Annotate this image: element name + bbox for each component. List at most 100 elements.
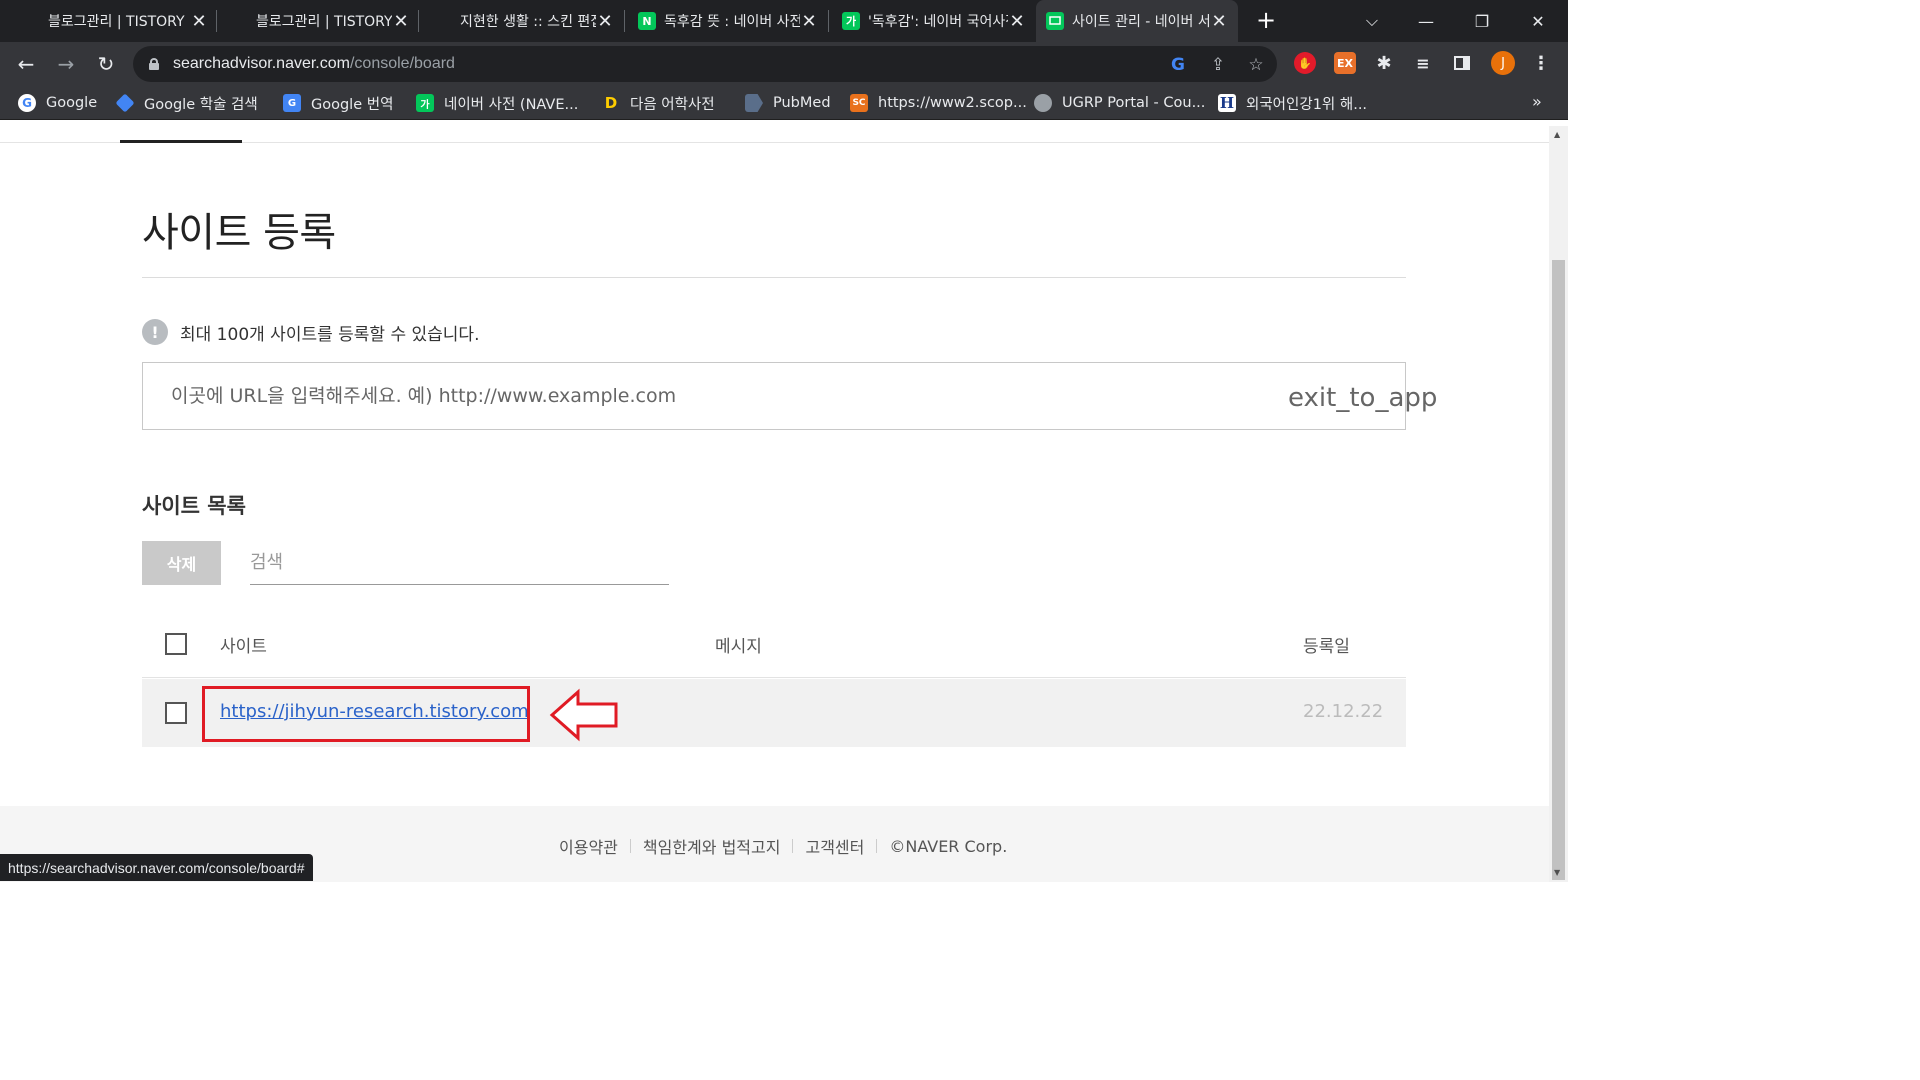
daum-icon: D [604,94,618,112]
page-content: 사이트 등록 ! 최대 100개 사이트를 등록할 수 있습니다. exit_t… [0,126,1549,882]
google-icon: G [18,94,36,112]
select-all-checkbox[interactable] [165,633,187,655]
close-icon[interactable]: ✕ [800,11,818,32]
bookmarks-bar: G Google Google 학술 검색 G Google 번역 가 네이버 … [0,86,1568,120]
exit-to-app-icon[interactable]: exit_to_app [1288,383,1437,413]
bookmarks-overflow-icon[interactable]: » [1532,92,1542,111]
browser-toolbar: ← → ↻ searchadvisor.naver.com/console/bo… [0,42,1568,86]
minimize-button[interactable]: — [1406,0,1446,42]
close-window-button[interactable]: ✕ [1518,0,1558,42]
side-panel-icon[interactable] [1451,52,1473,74]
notice: ! 최대 100개 사이트를 등록할 수 있습니다. [142,319,479,345]
bookmark-label: Google [46,95,98,111]
footer-links: 이용약관 책임한계와 법적고지 고객센터 ©NAVER Corp. [559,834,1007,858]
url-input-box: exit_to_app [142,362,1437,430]
address-bar[interactable]: searchadvisor.naver.com/console/board G … [133,46,1277,82]
extensions-puzzle-icon[interactable]: ✱ [1373,52,1395,74]
hackers-icon: H [1218,94,1236,112]
tistory-icon [230,12,248,30]
row-checkbox[interactable] [165,702,187,724]
close-icon[interactable]: ✕ [190,11,208,32]
bookmark-daum[interactable]: D 다음 어학사전 [602,92,715,114]
title-divider [142,277,1406,278]
scroll-thumb[interactable] [1552,260,1565,880]
bookmark-label: 다음 어학사전 [630,96,715,113]
site-url-input[interactable] [171,379,1271,413]
tistory-icon [22,12,40,30]
tistory-icon [434,12,452,30]
column-message: 메시지 [715,637,762,657]
column-site: 사이트 [220,637,267,657]
registration-date: 22.12.22 [1303,701,1384,722]
tab-title: 블로그관리 | TISTORY [256,14,392,30]
legal-notice-link[interactable]: 책임한계와 법적고지 [643,834,781,858]
tab-3[interactable]: 지현한 생활 :: 스킨 편집 ✕ [434,0,614,42]
search-input[interactable] [250,541,669,583]
profile-avatar[interactable]: J [1491,51,1515,75]
scholar-icon [115,93,135,113]
tab-strip: 블로그관리 | TISTORY ✕ 블로그관리 | TISTORY ✕ 지현한 … [0,0,1568,42]
tab-title: 지현한 생활 :: 스킨 편집 [460,14,596,30]
reload-button[interactable]: ↻ [92,50,120,78]
bookmark-label: PubMed [773,95,831,111]
bookmark-pubmed[interactable]: PubMed [745,92,831,114]
bookmark-naver-dict[interactable]: 가 네이버 사전 (NAVE... [416,92,578,114]
google-lens-icon[interactable]: G [1167,54,1189,76]
url-text: searchadvisor.naver.com/console/board [173,55,455,72]
close-icon[interactable]: ✕ [1210,11,1228,32]
bookmark-hackers[interactable]: H 외국어인강1위 해... [1218,92,1367,114]
bookmark-scholar[interactable]: Google 학술 검색 [115,92,258,114]
scroll-up-icon[interactable]: ▲ [1554,130,1560,139]
pointer-arrow-icon [549,688,618,742]
active-nav-indicator [120,140,242,143]
scroll-down-icon[interactable]: ▼ [1554,868,1560,877]
lock-icon[interactable] [149,58,159,70]
forward-button[interactable]: → [52,50,80,78]
new-tab-button[interactable]: + [1254,6,1278,34]
customer-center-link[interactable]: 고객센터 [805,834,864,858]
tab-title: 블로그관리 | TISTORY [48,14,185,30]
bookmark-scopus[interactable]: SC https://www2.scop... [850,92,1027,114]
share-icon[interactable]: ⇪ [1207,54,1229,76]
column-date: 등록일 [1303,637,1350,657]
bookmark-ugrp[interactable]: UGRP Portal - Cou... [1034,92,1205,114]
tab-5[interactable]: 가 '독후감': 네이버 국어사전 ✕ [842,0,1026,42]
site-list-title: 사이트 목록 [142,494,246,518]
bookmark-label: 외국어인강1위 해... [1246,96,1368,113]
tab-search-chevron-icon[interactable]: ⌵ [1352,0,1392,42]
status-bar-url: https://searchadvisor.naver.com/console/… [0,854,313,881]
tab-active[interactable]: 사이트 관리 - 네이버 서치어드바이저 ✕ [1036,0,1238,42]
close-icon[interactable]: ✕ [392,11,410,32]
close-icon[interactable]: ✕ [596,11,614,32]
globe-icon [1034,94,1052,112]
naver-dict-icon: 가 [416,94,434,112]
menu-kebab-icon[interactable]: ⋮ [1530,52,1552,74]
media-queue-icon[interactable]: ≡ [1412,52,1434,74]
bookmark-label: Google 번역 [311,96,394,113]
bookmark-google[interactable]: G Google [18,92,97,114]
back-button[interactable]: ← [12,50,40,78]
close-icon[interactable]: ✕ [1008,11,1026,32]
tab-2[interactable]: 블로그관리 | TISTORY ✕ [230,0,410,42]
extension-ex-icon[interactable]: EX [1334,52,1356,74]
tab-title: 사이트 관리 - 네이버 서치어드바이저 [1072,14,1210,30]
adblock-icon[interactable]: ✋ [1294,52,1316,74]
terms-link[interactable]: 이용약관 [559,834,618,858]
site-search [250,541,669,585]
table-header: 사이트 메시지 등록일 [142,610,1406,678]
search-advisor-icon [1046,12,1064,30]
bookmark-translate[interactable]: G Google 번역 [283,92,393,114]
bookmark-label: UGRP Portal - Cou... [1062,95,1206,111]
bookmark-label: https://www2.scop... [878,95,1027,111]
translate-icon: G [283,94,301,112]
tab-4[interactable]: N 독후감 뜻 : 네이버 사전 ✕ [638,0,818,42]
naver-dict-icon: 가 [842,12,860,30]
delete-button[interactable]: 삭제 [142,541,221,585]
page-title: 사이트 등록 [142,210,336,256]
restore-button[interactable]: ❐ [1462,0,1502,42]
bookmark-label: Google 학술 검색 [144,96,258,113]
page-scrollbar[interactable]: ▲ ▼ [1549,126,1568,882]
naver-n-icon: N [638,12,656,30]
bookmark-star-icon[interactable]: ☆ [1245,54,1267,76]
tab-1[interactable]: 블로그관리 | TISTORY ✕ [22,0,208,42]
